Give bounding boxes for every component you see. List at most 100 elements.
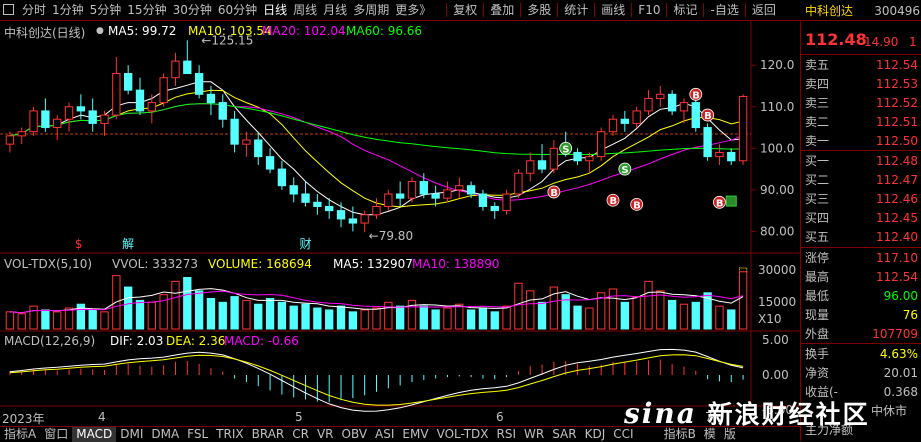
period-tab[interactable]: 分时 xyxy=(19,0,49,20)
period-tab[interactable]: 60分钟 xyxy=(215,0,260,20)
indicator-tab[interactable]: TRIX xyxy=(212,427,247,442)
volume-bar xyxy=(644,280,653,330)
period-tab[interactable]: 月线 xyxy=(320,0,350,20)
indicator-tab[interactable]: EMV xyxy=(398,427,432,442)
quote-panel: 中科创达 300496 112.48 14.90 1 卖五 112.54 卖四 11… xyxy=(800,4,921,441)
volume-bar xyxy=(466,309,476,330)
volume-bar xyxy=(585,307,594,330)
divider xyxy=(801,54,921,55)
candle-body xyxy=(289,185,298,195)
indicator-tab[interactable]: 窗口 xyxy=(40,427,72,442)
volume-bar xyxy=(135,299,145,330)
volume-bar xyxy=(88,309,97,330)
volume-bar xyxy=(608,288,618,330)
candle-body xyxy=(76,106,86,112)
period-tab[interactable]: 1分钟 xyxy=(49,0,87,20)
candle-body xyxy=(514,172,523,195)
multi-stock-button[interactable]: 多股 xyxy=(524,0,554,20)
period-tab-daily[interactable]: 日线 xyxy=(260,0,290,20)
bid-label: 买五 xyxy=(805,230,830,244)
indicator-tab[interactable]: WR xyxy=(520,427,548,442)
kline-chart[interactable]: ←125.15←79.80SSBB BBBB$ 解财 120.0110.0100.0… xyxy=(0,20,800,426)
indicator-tab[interactable]: VR xyxy=(313,427,338,442)
extra-row: 净资 20.01 xyxy=(801,364,921,382)
period-tab[interactable]: 5分钟 xyxy=(87,0,125,20)
toolbar-divider xyxy=(666,3,668,17)
volume-bar xyxy=(431,309,440,330)
candle-body xyxy=(597,131,606,158)
high-price-label: ←125.15 xyxy=(201,33,253,47)
back-button[interactable]: 返回 xyxy=(749,0,779,20)
candle-body xyxy=(194,73,204,95)
indicator-tab[interactable]: CR xyxy=(288,427,313,442)
price-axis-label: 90.00 xyxy=(760,183,794,197)
low-price-label: ←79.80 xyxy=(369,229,413,243)
volume-bar xyxy=(218,301,227,330)
volume-bar xyxy=(100,311,109,330)
indicator-tab[interactable]: VOL-TDX xyxy=(433,427,493,442)
ask-price: 112.52 xyxy=(876,96,918,110)
candle-body xyxy=(526,160,535,174)
buy-signal-badge-letter: B xyxy=(610,196,618,207)
candle-body xyxy=(490,205,499,212)
volume-bar xyxy=(573,305,582,330)
volume-bar xyxy=(526,290,535,330)
volume-bar xyxy=(407,299,417,330)
indicator-tab-macd[interactable]: MACD xyxy=(72,427,117,442)
overlay-button[interactable]: 叠加 xyxy=(487,0,517,20)
event-marker: 解 xyxy=(122,237,134,251)
stat-value: 76 xyxy=(902,308,918,322)
candle-body xyxy=(360,214,369,224)
candle-body xyxy=(301,193,310,203)
ask-label: 卖三 xyxy=(805,96,830,110)
candle-body xyxy=(537,160,547,170)
indicator-tab[interactable]: RSI xyxy=(493,427,521,442)
f10-button[interactable]: F10 xyxy=(635,0,663,20)
volume-bar xyxy=(455,303,464,330)
indicator-tab[interactable]: SAR xyxy=(548,427,580,442)
candle-body xyxy=(336,210,346,220)
volume-bar xyxy=(656,290,665,330)
more-periods-button[interactable]: 更多》 xyxy=(392,0,434,20)
indicator-tab[interactable]: KDJ xyxy=(581,427,610,442)
bid-row: 买二 112.47 xyxy=(801,171,921,189)
period-tab[interactable]: 多周期 xyxy=(350,0,392,20)
ask-row: 卖五 112.54 xyxy=(801,56,921,74)
candle-body xyxy=(53,118,62,129)
period-tab[interactable]: 周线 xyxy=(290,0,320,20)
candle-body xyxy=(620,118,629,124)
stat-value: 117.10 xyxy=(876,251,918,265)
indicator-tab[interactable]: DMA xyxy=(147,427,183,442)
bid-label: 买四 xyxy=(805,211,830,225)
candle-body xyxy=(313,201,322,207)
candle-body xyxy=(585,156,594,162)
mark-button[interactable]: 标记 xyxy=(670,0,700,20)
candle-body xyxy=(100,114,109,124)
sell-signal-badge-letter: S xyxy=(562,144,569,155)
candle-body xyxy=(171,60,180,79)
layout-icon[interactable] xyxy=(0,0,19,20)
adjust-button[interactable]: 复权 xyxy=(450,0,480,20)
candle-body xyxy=(395,193,405,199)
candle-body xyxy=(372,205,381,216)
indicator-tab[interactable]: DMI xyxy=(116,427,147,442)
volume-bar xyxy=(29,305,38,330)
indicator-tab[interactable]: 指标A xyxy=(0,427,40,442)
volume-axis-label: 30000 xyxy=(758,263,796,277)
indicator-tab[interactable]: OBV xyxy=(338,427,372,442)
period-tab[interactable]: 30分钟 xyxy=(170,0,215,20)
period-tab[interactable]: 15分钟 xyxy=(124,0,169,20)
candle-body xyxy=(573,151,582,162)
indicator-tab[interactable]: BRAR xyxy=(248,427,289,442)
time-axis-month: 4 xyxy=(98,410,106,424)
draw-line-button[interactable]: 画线 xyxy=(598,0,628,20)
indicator-tab[interactable]: FSL xyxy=(183,427,212,442)
toolbar-divider xyxy=(520,3,522,17)
indicator-tab[interactable]: ASI xyxy=(371,427,398,442)
volume-bar xyxy=(514,282,523,330)
extra-value: 0.368 xyxy=(883,385,918,399)
watchlist-button[interactable]: -自选 xyxy=(707,0,741,20)
stats-button[interactable]: 统计 xyxy=(561,0,591,20)
volume-bar xyxy=(194,290,204,330)
candle-body xyxy=(431,193,440,199)
